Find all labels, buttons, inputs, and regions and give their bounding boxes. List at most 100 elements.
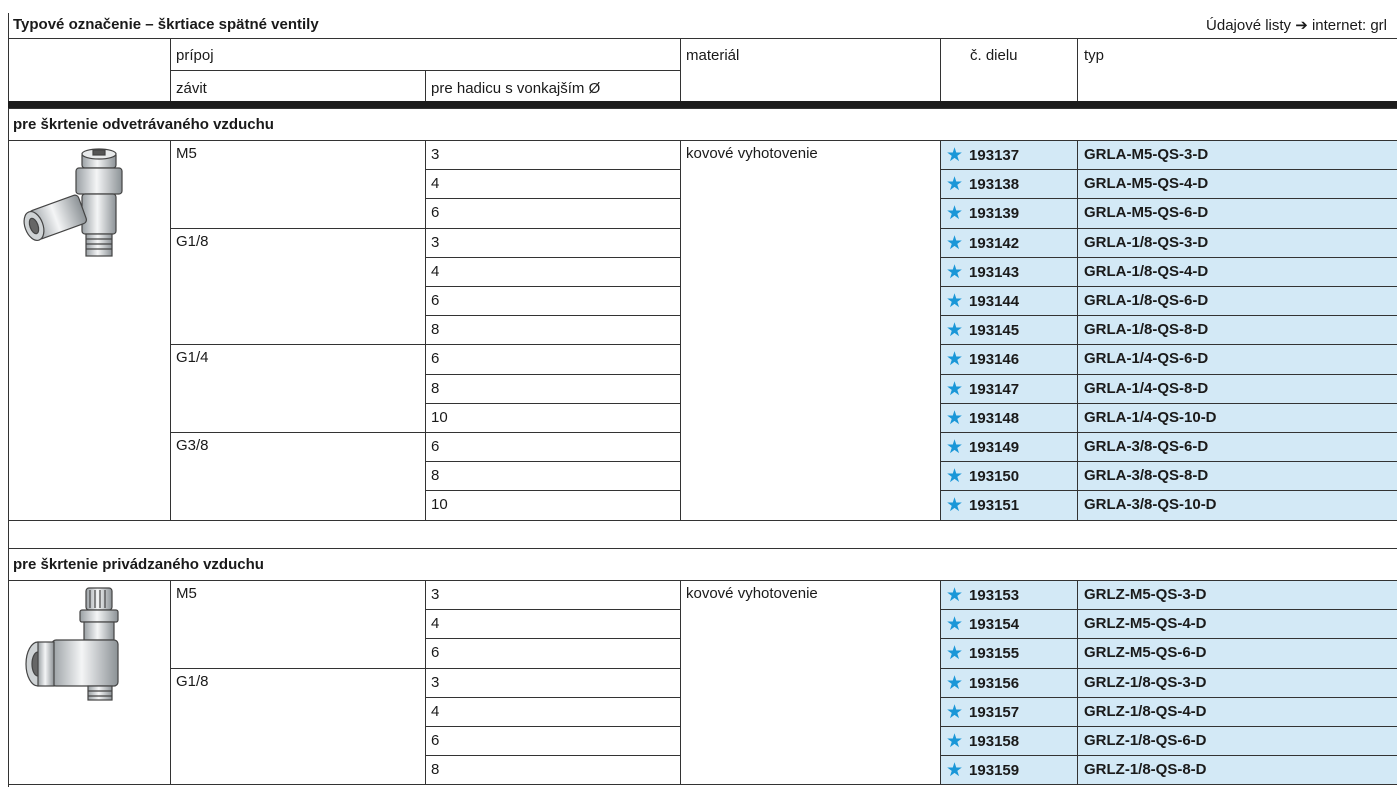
star-icon: ★ — [946, 145, 964, 166]
hose-diameter-cell: 10 — [431, 408, 448, 426]
hose-diameter-cell: 4 — [431, 175, 440, 193]
row-rule — [425, 227, 680, 229]
row-rule — [940, 344, 1397, 346]
hose-diameter-cell: 3 — [431, 586, 440, 603]
row-rule — [425, 286, 680, 287]
row-rule — [940, 432, 1397, 433]
col-divider — [170, 38, 171, 101]
part-number-cell: ★ 193153 — [946, 582, 1019, 609]
col-divider — [425, 580, 426, 785]
part-number-cell: ★ 193158 — [946, 728, 1019, 755]
part-number-cell: ★ 193151 — [946, 492, 1019, 519]
part-number-cell: ★ 193138 — [946, 171, 1019, 198]
row-rule — [425, 755, 680, 757]
star-icon: ★ — [946, 701, 964, 723]
row-rule — [425, 726, 680, 727]
row-rule — [940, 696, 1397, 698]
col-divider — [940, 580, 941, 785]
row-rule — [940, 198, 1397, 200]
row-rule — [940, 755, 1397, 757]
row-rule — [425, 609, 680, 611]
part-number: 193147 — [969, 380, 1020, 398]
row-rule — [940, 461, 1397, 463]
col-divider — [170, 580, 171, 785]
part-number: 193155 — [969, 645, 1020, 663]
datasheet-page: Typové označenie – škrtiace spätné venti… — [0, 0, 1397, 787]
part-number-cell: ★ 193144 — [946, 288, 1019, 315]
part-number: 193139 — [969, 205, 1020, 223]
hose-diameter-cell: 3 — [431, 673, 440, 691]
row-rule — [425, 198, 680, 200]
hose-diameter-cell: 6 — [431, 350, 440, 368]
row-rule — [940, 609, 1397, 611]
part-number-cell: ★ 193159 — [946, 757, 1019, 784]
part-number-cell: ★ 193149 — [946, 434, 1019, 461]
col-divider — [680, 580, 681, 785]
part-number: 193157 — [969, 703, 1020, 721]
part-number: 193154 — [969, 616, 1020, 634]
section-bottom-rule — [8, 784, 1397, 786]
type-code-cell: GRLZ-M5-QS-4-D — [1084, 615, 1207, 633]
thread-cell: M5 — [176, 145, 197, 162]
part-number-cell: ★ 193147 — [946, 376, 1019, 403]
hose-diameter-cell: 6 — [431, 732, 440, 749]
part-number: 193148 — [969, 409, 1020, 427]
hose-diameter-cell: 3 — [431, 233, 440, 251]
part-number: 193137 — [969, 147, 1020, 164]
star-icon: ★ — [946, 466, 964, 488]
part-number-cell: ★ 193155 — [946, 640, 1019, 667]
part-number: 193158 — [969, 733, 1020, 750]
page-title: Typové označenie – škrtiace spätné venti… — [13, 16, 319, 33]
type-code-cell: GRLA-3/8-QS-8-D — [1084, 467, 1209, 485]
row-rule — [425, 667, 680, 669]
part-number-cell: ★ 193145 — [946, 317, 1019, 344]
col-divider — [940, 38, 941, 101]
row-rule — [940, 373, 1397, 375]
hose-diameter-cell: 6 — [431, 438, 440, 455]
row-rule — [940, 726, 1397, 727]
col-header-typ: typ — [1084, 47, 1105, 64]
star-icon: ★ — [946, 437, 964, 458]
type-code-cell: GRLA-1/4-QS-8-D — [1084, 379, 1209, 397]
star-icon: ★ — [946, 760, 964, 782]
star-icon: ★ — [946, 643, 964, 665]
row-rule — [425, 402, 680, 404]
type-code-cell: GRLZ-1/8-QS-3-D — [1084, 673, 1207, 691]
section-title: pre škrtenie privádzaného vzduchu — [13, 556, 264, 573]
row-rule — [940, 286, 1397, 287]
col-divider — [425, 140, 426, 520]
type-code-cell: GRLA-3/8-QS-10-D — [1084, 496, 1217, 514]
part-number: 193153 — [969, 587, 1020, 604]
header-thick-rule — [8, 101, 1397, 108]
part-number-cell: ★ 193146 — [946, 346, 1019, 373]
row-rule — [425, 373, 680, 375]
col-divider — [1077, 580, 1078, 785]
type-code-cell: GRLZ-1/8-QS-4-D — [1084, 702, 1207, 720]
star-icon: ★ — [946, 585, 964, 606]
part-number-cell: ★ 193142 — [946, 230, 1019, 257]
part-number-cell: ★ 193143 — [946, 259, 1019, 286]
row-rule — [940, 315, 1397, 317]
type-code-cell: GRLA-1/8-QS-3-D — [1084, 233, 1209, 251]
part-number: 193159 — [969, 762, 1020, 780]
row-rule — [425, 490, 680, 492]
col-header-cislo: č. dielu — [970, 47, 1018, 64]
col-header-hadica: pre hadicu s vonkajším Ø — [431, 80, 601, 97]
thread-cell: G1/4 — [176, 349, 209, 367]
col-divider — [425, 70, 426, 101]
part-number: 193143 — [969, 263, 1020, 281]
star-icon: ★ — [946, 378, 964, 400]
part-number: 193156 — [969, 674, 1020, 692]
type-code-cell: GRLZ-M5-QS-3-D — [1084, 586, 1207, 603]
col-header-pripoj: prípoj — [176, 47, 214, 64]
material-cell: kovové vyhotovenie — [686, 145, 818, 162]
part-number-cell: ★ 193139 — [946, 200, 1019, 227]
type-code-cell: GRLZ-1/8-QS-6-D — [1084, 732, 1207, 749]
header-top-rule — [8, 38, 1397, 39]
section-title: pre škrtenie odvetrávaného vzduchu — [13, 116, 274, 133]
datasheet-reference-link[interactable]: Údajové listy ➔ internet: grl — [1206, 16, 1387, 34]
hose-diameter-cell: 8 — [431, 321, 440, 339]
type-code-cell: GRLA-1/8-QS-6-D — [1084, 292, 1209, 309]
hose-diameter-cell: 8 — [431, 467, 440, 485]
star-icon: ★ — [946, 232, 964, 254]
